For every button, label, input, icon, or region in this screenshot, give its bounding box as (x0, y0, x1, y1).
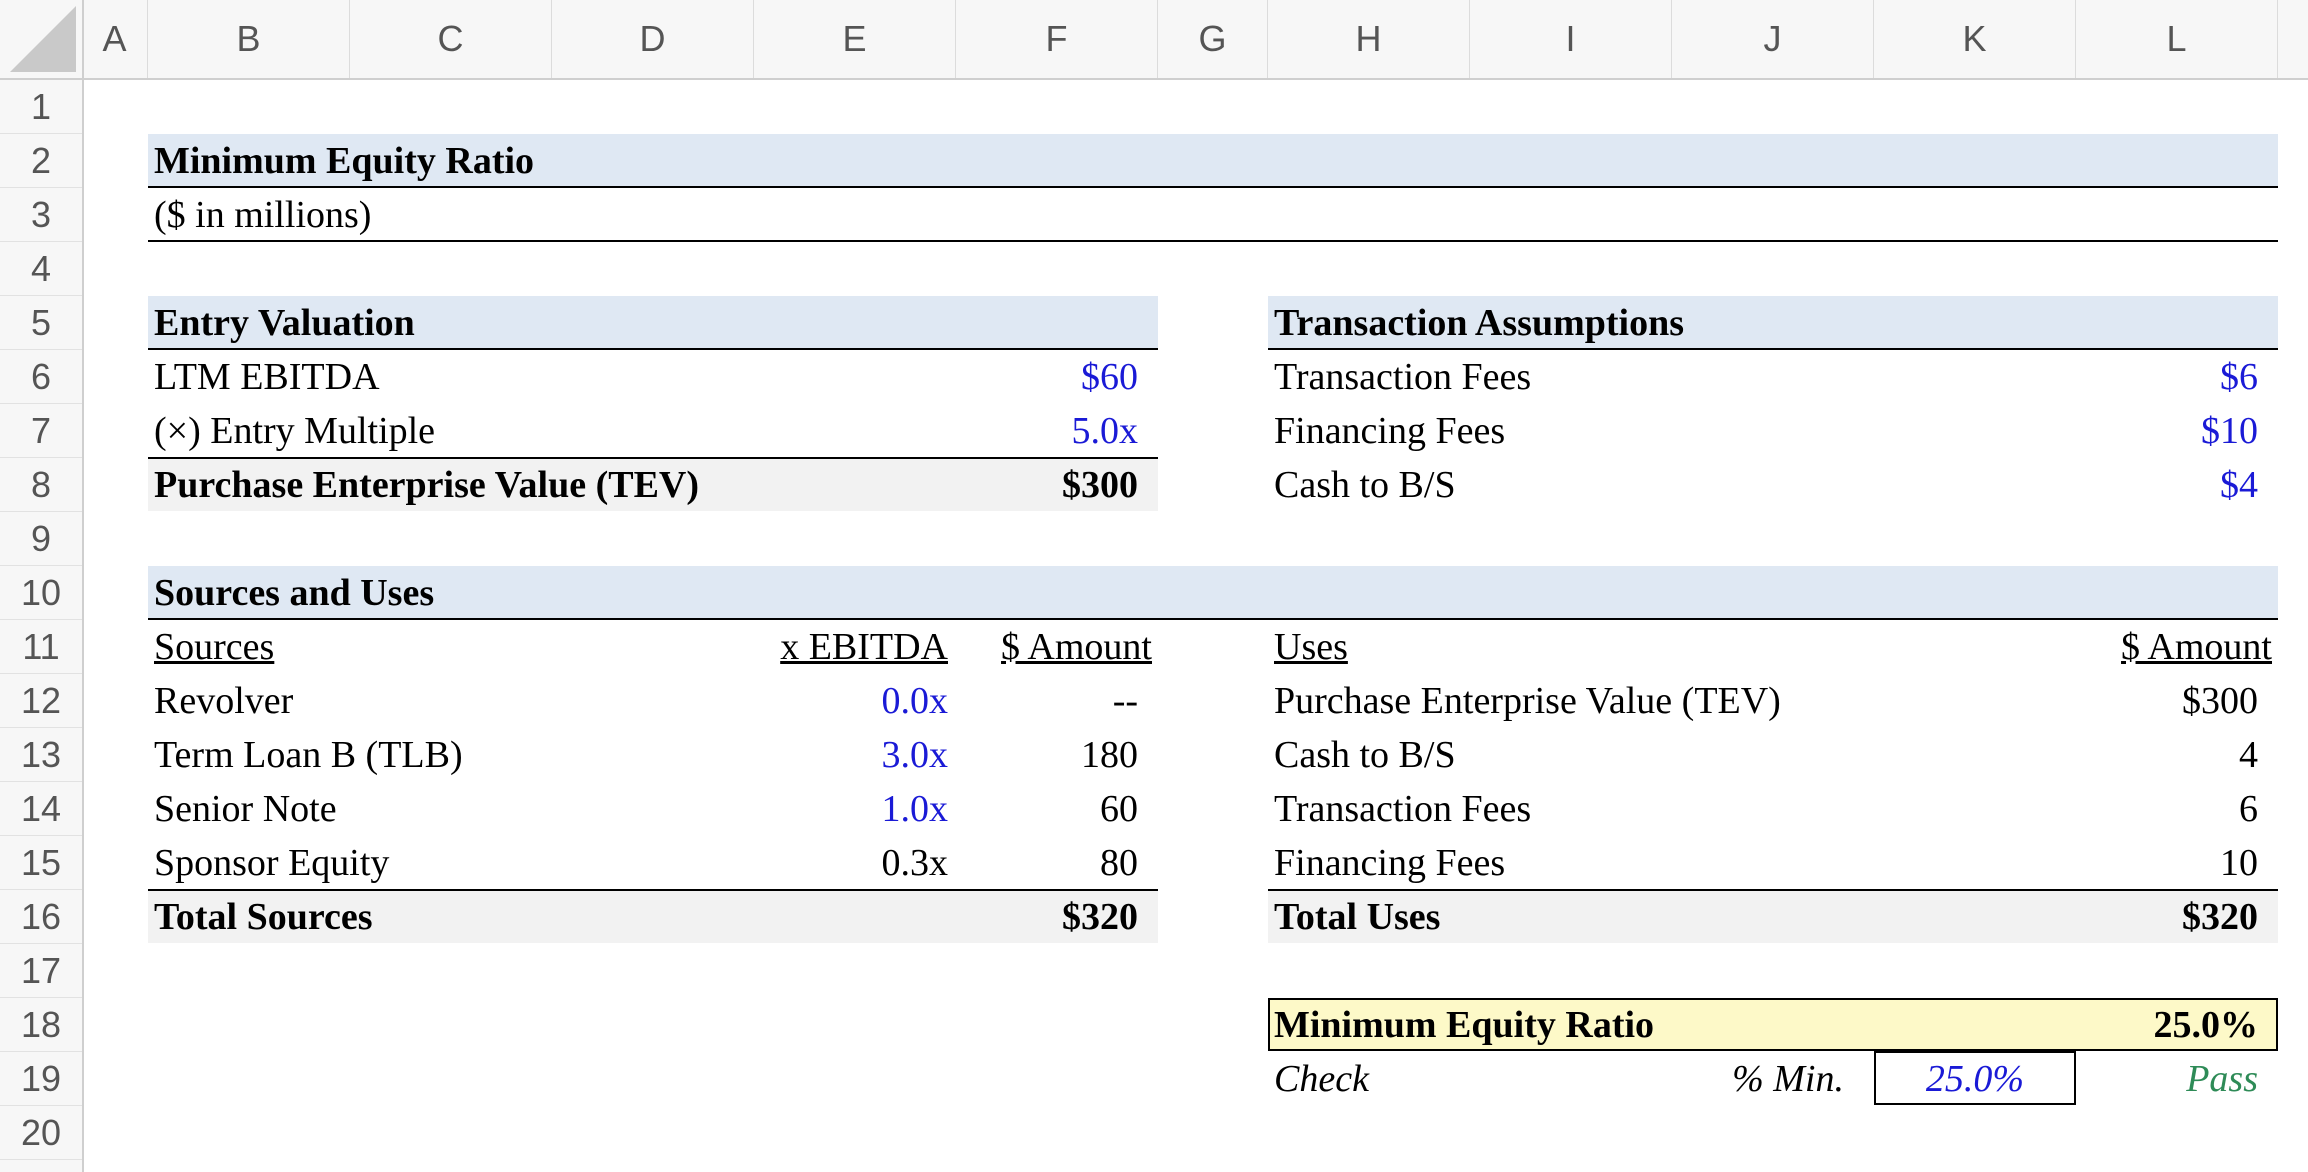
row-header-7[interactable]: 7 (0, 404, 82, 458)
revolver-label[interactable]: Revolver (154, 674, 293, 728)
revolver-amount[interactable]: -- (956, 674, 1138, 728)
entry-valuation-header[interactable]: Entry Valuation (154, 296, 415, 350)
entry-multiple-label[interactable]: (×) Entry Multiple (154, 404, 435, 458)
row-header-6[interactable]: 6 (0, 350, 82, 404)
column-header-e[interactable]: E (754, 0, 956, 78)
select-all-corner[interactable] (0, 0, 84, 80)
term-loan-amount[interactable]: 180 (956, 728, 1138, 782)
sources-uses-header[interactable]: Sources and Uses (154, 566, 434, 620)
sources-column-header[interactable]: Sources (154, 620, 274, 674)
select-all-icon (10, 6, 76, 72)
row-header-13[interactable]: 13 (0, 728, 82, 782)
senior-note-multiple[interactable]: 1.0x (754, 782, 949, 836)
financing-fees-label[interactable]: Financing Fees (1274, 404, 1505, 458)
row-header-5[interactable]: 5 (0, 296, 82, 350)
spreadsheet: A B C D E F G H I J K L 1 2 3 4 5 6 7 8 … (0, 0, 2308, 1172)
uses-amount-column-header[interactable]: $ Amount (2076, 620, 2272, 674)
revolver-multiple[interactable]: 0.0x (754, 674, 949, 728)
row-header-8[interactable]: 8 (0, 458, 82, 512)
check-label[interactable]: Check (1274, 1052, 1369, 1106)
row-header-11[interactable]: 11 (0, 620, 82, 674)
min-percent-label[interactable]: % Min. (1672, 1052, 1844, 1106)
sheet-title[interactable]: Minimum Equity Ratio (154, 134, 534, 188)
row-header-4[interactable]: 4 (0, 242, 82, 296)
cash-to-bs-label[interactable]: Cash to B/S (1274, 458, 1456, 512)
transaction-fees-value[interactable]: $6 (2076, 350, 2258, 404)
row-header-15[interactable]: 15 (0, 836, 82, 890)
uses-transaction-fees-amount[interactable]: 6 (2076, 782, 2258, 836)
row-header-3[interactable]: 3 (0, 188, 82, 242)
tev-label[interactable]: Purchase Enterprise Value (TEV) (154, 458, 699, 512)
column-header-k[interactable]: K (1874, 0, 2076, 78)
row-header-16[interactable]: 16 (0, 890, 82, 944)
minimum-equity-ratio-label[interactable]: Minimum Equity Ratio (1274, 998, 1654, 1052)
sponsor-equity-multiple[interactable]: 0.3x (754, 836, 949, 890)
uses-column-header[interactable]: Uses (1274, 620, 1348, 674)
transaction-fees-label[interactable]: Transaction Fees (1274, 350, 1531, 404)
cash-to-bs-value[interactable]: $4 (2076, 458, 2258, 512)
row-header-18[interactable]: 18 (0, 998, 82, 1052)
uses-cash-amount[interactable]: 4 (2076, 728, 2258, 782)
row-header-12[interactable]: 12 (0, 674, 82, 728)
total-sources-label[interactable]: Total Sources (154, 890, 373, 944)
x-ebitda-column-header[interactable]: x EBITDA (754, 620, 948, 674)
senior-note-amount[interactable]: 60 (956, 782, 1138, 836)
uses-cash-label[interactable]: Cash to B/S (1274, 728, 1456, 782)
entry-multiple-value[interactable]: 5.0x (956, 404, 1139, 458)
uses-tev-amount[interactable]: $300 (2076, 674, 2258, 728)
row-header-17[interactable]: 17 (0, 944, 82, 998)
total-sources-value[interactable]: $320 (956, 890, 1138, 944)
financing-fees-value[interactable]: $10 (2076, 404, 2258, 458)
term-loan-label[interactable]: Term Loan B (TLB) (154, 728, 463, 782)
sheet-subtitle[interactable]: ($ in millions) (154, 188, 371, 242)
column-header-c[interactable]: C (350, 0, 552, 78)
uses-financing-fees-label[interactable]: Financing Fees (1274, 836, 1505, 890)
subtitle-underline (148, 240, 2278, 242)
ltm-ebitda-value[interactable]: $60 (956, 350, 1138, 404)
senior-note-label[interactable]: Senior Note (154, 782, 337, 836)
sources-uses-band (148, 566, 2278, 618)
row-header-9[interactable]: 9 (0, 512, 82, 566)
column-header-l[interactable]: L (2076, 0, 2278, 78)
sponsor-equity-amount[interactable]: 80 (956, 836, 1138, 890)
ltm-ebitda-label[interactable]: LTM EBITDA (154, 350, 380, 404)
min-percent-input[interactable]: 25.0% (1874, 1052, 2076, 1106)
row-header-14[interactable]: 14 (0, 782, 82, 836)
row-header-1[interactable]: 1 (0, 80, 82, 134)
sources-amount-column-header[interactable]: $ Amount (956, 620, 1152, 674)
row-header-20[interactable]: 20 (0, 1106, 82, 1160)
column-header-d[interactable]: D (552, 0, 754, 78)
column-header-j[interactable]: J (1672, 0, 1874, 78)
uses-tev-label[interactable]: Purchase Enterprise Value (TEV) (1274, 674, 1781, 728)
column-header-a[interactable]: A (82, 0, 148, 78)
minimum-equity-ratio-value[interactable]: 25.0% (2076, 998, 2259, 1052)
row-header-2[interactable]: 2 (0, 134, 82, 188)
column-header-b[interactable]: B (148, 0, 350, 78)
uses-transaction-fees-label[interactable]: Transaction Fees (1274, 782, 1531, 836)
transaction-assumptions-header[interactable]: Transaction Assumptions (1274, 296, 1684, 350)
column-header-h[interactable]: H (1268, 0, 1470, 78)
uses-financing-fees-amount[interactable]: 10 (2076, 836, 2258, 890)
tev-value[interactable]: $300 (956, 458, 1138, 512)
total-uses-value[interactable]: $320 (2076, 890, 2258, 944)
check-result[interactable]: Pass (2076, 1052, 2258, 1106)
row-header-19[interactable]: 19 (0, 1052, 82, 1106)
sponsor-equity-label[interactable]: Sponsor Equity (154, 836, 389, 890)
column-header-f[interactable]: F (956, 0, 1158, 78)
sources-uses-underline (148, 618, 2278, 620)
total-uses-label[interactable]: Total Uses (1274, 890, 1440, 944)
term-loan-multiple[interactable]: 3.0x (754, 728, 949, 782)
column-header-i[interactable]: I (1470, 0, 1672, 78)
column-header-g[interactable]: G (1158, 0, 1268, 78)
row-header-10[interactable]: 10 (0, 566, 82, 620)
